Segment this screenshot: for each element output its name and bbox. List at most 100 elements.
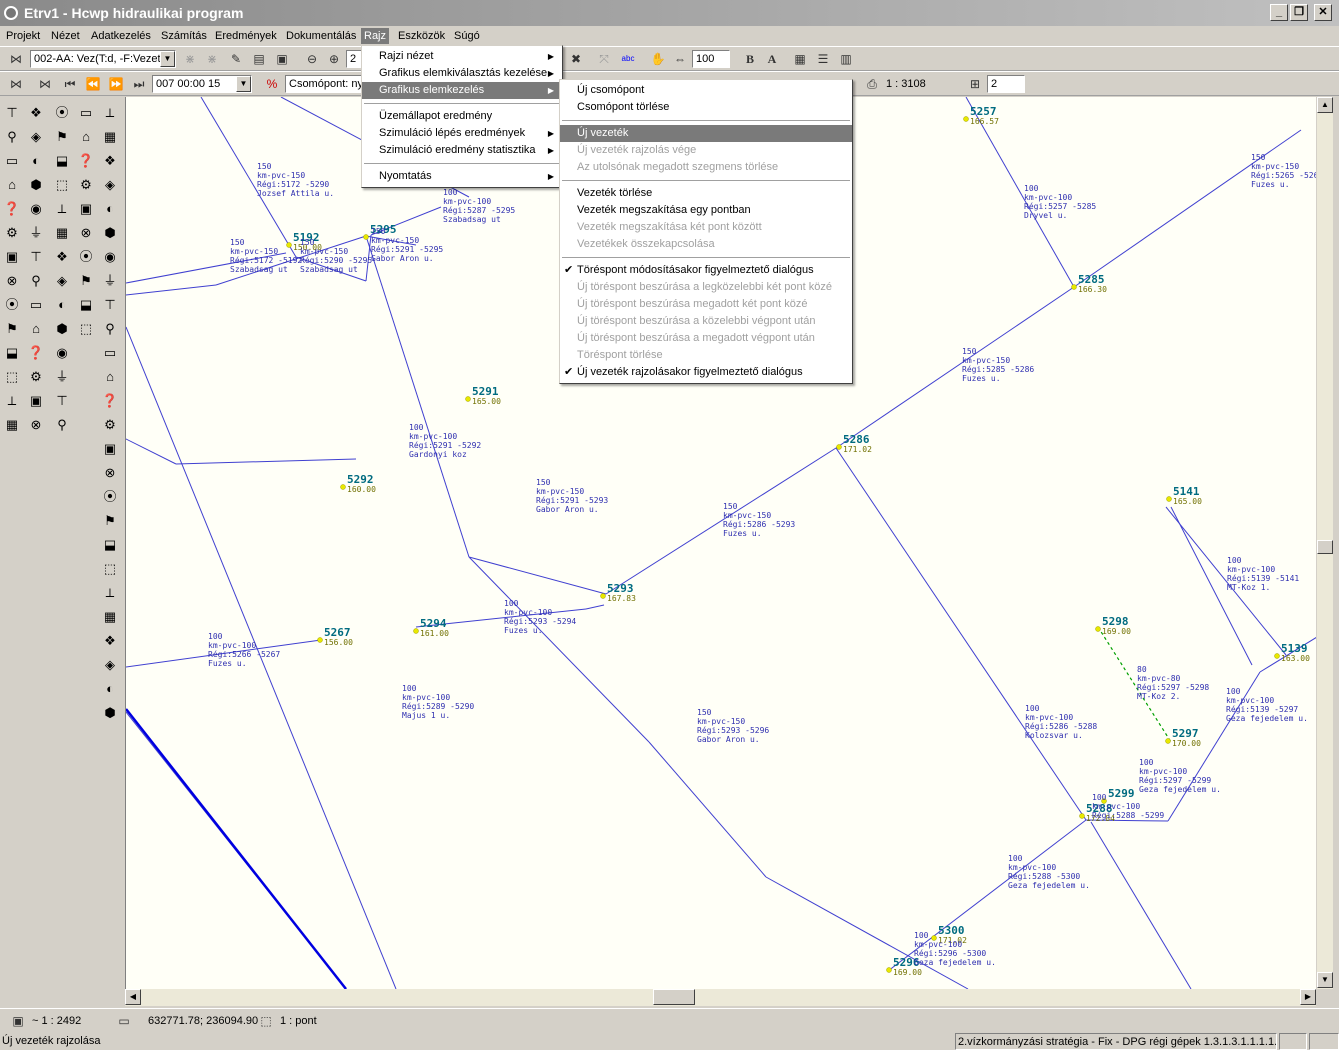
simulation-icon[interactable]: ⋈ <box>35 74 55 94</box>
node-marker[interactable] <box>1071 284 1077 290</box>
tool-icon[interactable]: ◈ <box>52 271 72 291</box>
tool-icon[interactable]: ▭ <box>2 151 22 171</box>
pipe-line[interactable] <box>175 458 357 465</box>
tool-icon[interactable]: ◉ <box>26 199 46 219</box>
selected-pipe-line[interactable] <box>126 708 347 989</box>
rajz-menu-item[interactable]: Szimuláció lépés eredmények ▶ <box>362 125 562 142</box>
tool-icon[interactable]: ⚑ <box>100 511 120 531</box>
select-disabled-icon[interactable]: ⋇ <box>180 49 200 69</box>
tool-icon[interactable]: ⬓ <box>52 151 72 171</box>
tool-icon[interactable]: ⬢ <box>100 223 120 243</box>
tool-icon[interactable]: ◈ <box>100 655 120 675</box>
tool-icon[interactable]: ⬚ <box>100 559 120 579</box>
tool-icon[interactable]: ⚑ <box>2 319 22 339</box>
tool-icon[interactable]: ⚲ <box>2 127 22 147</box>
tool-icon[interactable]: ◈ <box>100 175 120 195</box>
tool-icon[interactable]: ⌂ <box>2 175 22 195</box>
table-icon[interactable]: ▦ <box>790 49 810 69</box>
menu-dokumentalas[interactable]: Dokumentálás <box>283 28 359 44</box>
node-marker[interactable] <box>836 444 842 450</box>
tool-icon[interactable]: ⊤ <box>52 391 72 411</box>
print-icon[interactable]: ⎙ <box>862 74 882 94</box>
elemkezeles-menu-item[interactable]: Vezeték törlése <box>560 185 852 202</box>
rajz-menu-item[interactable]: Grafikus elemkiválasztás kezelése ▶ <box>362 65 562 82</box>
vertical-scroll-thumb[interactable] <box>1317 540 1333 554</box>
network2-icon[interactable]: ⋈ <box>6 74 26 94</box>
tool-icon[interactable]: ❖ <box>26 103 46 123</box>
report-icon[interactable]: ▥ <box>836 49 856 69</box>
tool-icon[interactable]: ❓ <box>2 199 22 219</box>
pipe-line[interactable] <box>648 741 767 878</box>
time-step-combo[interactable]: 007 00:00 15 ▼ <box>152 75 252 93</box>
tool-icon[interactable]: ⊤ <box>2 103 22 123</box>
tool-icon[interactable]: ▦ <box>52 223 72 243</box>
tool-icon[interactable]: ▭ <box>76 103 96 123</box>
tool-icon[interactable]: ⏚ <box>100 271 120 291</box>
menu-eredmenyek[interactable]: Eredmények <box>212 28 280 44</box>
tool-icon[interactable]: ◉ <box>100 247 120 267</box>
pipe-line[interactable] <box>1073 129 1302 288</box>
layer-combo[interactable]: 002-AA: Vez(T:d, -F:Vezet ▼ <box>30 50 176 68</box>
node-marker[interactable] <box>413 628 419 634</box>
elemkezeles-menu-item[interactable]: ✔ Töréspont módosításakor figyelmeztető d… <box>560 262 852 279</box>
pipe-line[interactable] <box>126 438 177 465</box>
node-marker[interactable] <box>600 593 606 599</box>
rajz-menu-item[interactable]: Nyomtatás ▶ <box>362 168 562 185</box>
tool-icon[interactable]: ⬢ <box>26 175 46 195</box>
tool-icon[interactable]: ⬢ <box>100 703 120 723</box>
node-marker[interactable] <box>1166 496 1172 502</box>
horizontal-scrollbar[interactable]: ◀ ▶ <box>125 989 1316 1006</box>
node-marker[interactable] <box>465 396 471 402</box>
scroll-right-icon[interactable]: ▶ <box>1300 989 1316 1005</box>
tool-icon[interactable]: ⚲ <box>26 271 46 291</box>
zoom-in-icon[interactable]: ⊕ <box>324 49 344 69</box>
tool-icon[interactable]: ▦ <box>2 415 22 435</box>
tool-icon[interactable]: ◈ <box>26 127 46 147</box>
hand-pan-icon[interactable]: ✋ <box>648 49 668 69</box>
tool-icon[interactable]: ⬓ <box>2 343 22 363</box>
tool-icon[interactable]: ⌂ <box>26 319 46 339</box>
tool-icon[interactable]: ⚑ <box>76 271 96 291</box>
close-button[interactable]: ✕ <box>1314 4 1332 21</box>
percent-icon[interactable]: % <box>262 74 282 94</box>
tool-icon[interactable]: ⌂ <box>100 367 120 387</box>
tool-icon[interactable]: ⊗ <box>100 463 120 483</box>
node-marker[interactable] <box>1274 653 1280 659</box>
tool-icon[interactable]: ⚙ <box>100 415 120 435</box>
tool-icon[interactable]: ❓ <box>26 343 46 363</box>
elemkezeles-menu-item[interactable]: ✔ Új vezeték rajzolásakor figyelmeztető d… <box>560 364 852 381</box>
scroll-left-icon[interactable]: ◀ <box>125 989 141 1005</box>
tool-icon[interactable]: ⚙ <box>76 175 96 195</box>
tool-icon[interactable]: ⟂ <box>2 391 22 411</box>
properties-icon[interactable]: ▣ <box>272 49 292 69</box>
tool-icon[interactable]: ⦿ <box>52 103 72 123</box>
vertical-scrollbar[interactable]: ▲ ▼ <box>1316 97 1333 989</box>
node-marker[interactable] <box>363 234 369 240</box>
scale-input[interactable]: 100 <box>692 50 730 68</box>
remove-icon[interactable]: ✖ <box>566 49 586 69</box>
select-area-disabled-icon[interactable]: ⋇ <box>202 49 222 69</box>
zoom-combo[interactable]: 2 <box>346 50 362 68</box>
node-combo[interactable]: Csomópont: ny <box>285 75 363 93</box>
tool-icon[interactable]: ⟂ <box>52 199 72 219</box>
tool-icon[interactable]: ▭ <box>26 295 46 315</box>
elemkezeles-menu-item[interactable]: Vezeték megszakítása egy pontban <box>560 202 852 219</box>
tool-icon[interactable]: ⬓ <box>76 295 96 315</box>
node-marker[interactable] <box>317 637 323 643</box>
expand-icon[interactable]: ⤧ <box>594 49 614 69</box>
horizontal-scroll-thumb[interactable] <box>653 989 695 1005</box>
tool-icon[interactable]: ⟂ <box>100 103 120 123</box>
node-marker[interactable] <box>340 484 346 490</box>
menu-sugo[interactable]: Súgó <box>451 28 483 44</box>
pipe-line[interactable] <box>605 447 837 595</box>
list-icon[interactable]: ☰ <box>813 49 833 69</box>
tool-icon[interactable]: ⚑ <box>52 127 72 147</box>
tool-icon[interactable]: ⊗ <box>26 415 46 435</box>
tool-icon[interactable]: ▣ <box>76 199 96 219</box>
tool-icon[interactable]: ⏚ <box>52 367 72 387</box>
maximize-button[interactable]: ❐ <box>1290 4 1308 21</box>
tool-icon[interactable]: ◉ <box>52 343 72 363</box>
pipe-line[interactable] <box>468 556 607 595</box>
elemkezeles-menu-item[interactable]: Új csomópont <box>560 82 852 99</box>
scroll-up-icon[interactable]: ▲ <box>1317 97 1333 113</box>
